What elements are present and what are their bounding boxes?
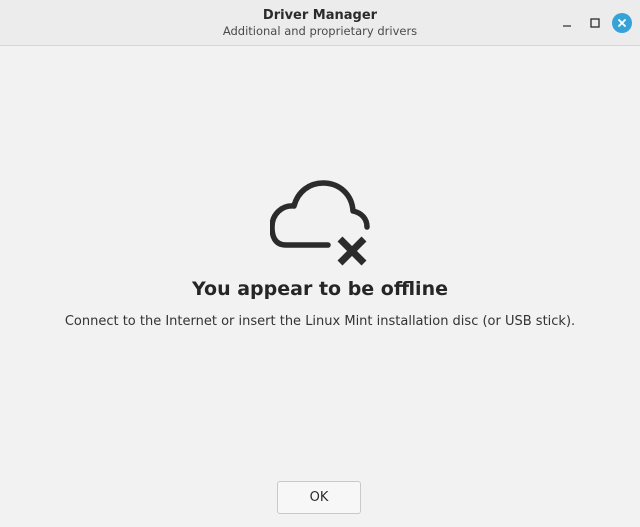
cloud-offline-icon [270, 180, 370, 266]
offline-message: Connect to the Internet or insert the Li… [64, 314, 576, 329]
content-area: You appear to be offline Connect to the … [0, 46, 640, 527]
driver-manager-window: Driver Manager Additional and proprietar… [0, 0, 640, 527]
maximize-icon [590, 18, 600, 28]
title-block: Driver Manager Additional and proprietar… [0, 8, 640, 39]
titlebar[interactable]: Driver Manager Additional and proprietar… [0, 0, 640, 46]
window-subtitle: Additional and proprietary drivers [222, 24, 418, 38]
close-button[interactable] [612, 13, 632, 33]
maximize-button[interactable] [584, 12, 606, 34]
offline-heading: You appear to be offline [192, 278, 448, 300]
window-title: Driver Manager [262, 8, 378, 23]
minimize-icon [563, 25, 571, 27]
ok-button[interactable]: OK [277, 481, 361, 514]
minimize-button[interactable] [556, 12, 578, 34]
close-icon [618, 19, 626, 27]
